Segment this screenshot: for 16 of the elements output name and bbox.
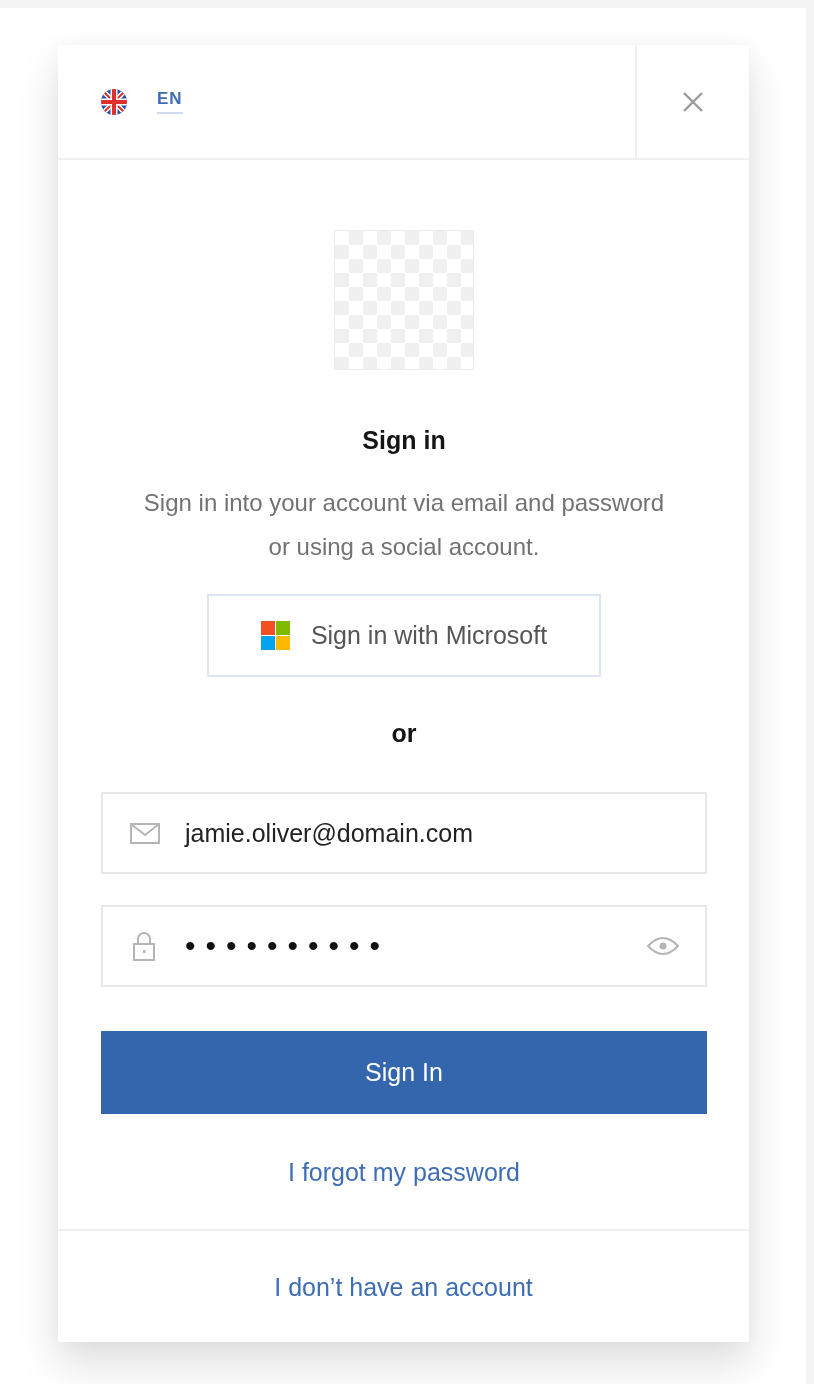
email-field[interactable]: jamie.oliver@domain.com: [101, 792, 707, 874]
description-text: Sign in into your account via email and password or using a social account.: [142, 488, 666, 562]
forgot-password-link[interactable]: I forgot my password: [288, 1157, 520, 1187]
four-squares-icon: [260, 621, 290, 650]
microsoft-sign-in-button[interactable]: Sign in with Microsoft: [207, 594, 601, 677]
register-link[interactable]: I don’t have an account: [274, 1271, 533, 1302]
envelope-icon: [130, 822, 160, 844]
eye-icon[interactable]: [647, 936, 679, 956]
sign-in-button[interactable]: Sign In: [101, 1031, 707, 1114]
password-field[interactable]: ••••••••••: [101, 905, 707, 987]
lock-icon: [133, 931, 155, 961]
language-selector[interactable]: EN: [157, 89, 183, 114]
or-separator: or: [391, 718, 417, 748]
close-icon[interactable]: [683, 91, 703, 112]
sign-in-title: Sign in: [362, 425, 446, 455]
flag-icon: [101, 88, 127, 115]
